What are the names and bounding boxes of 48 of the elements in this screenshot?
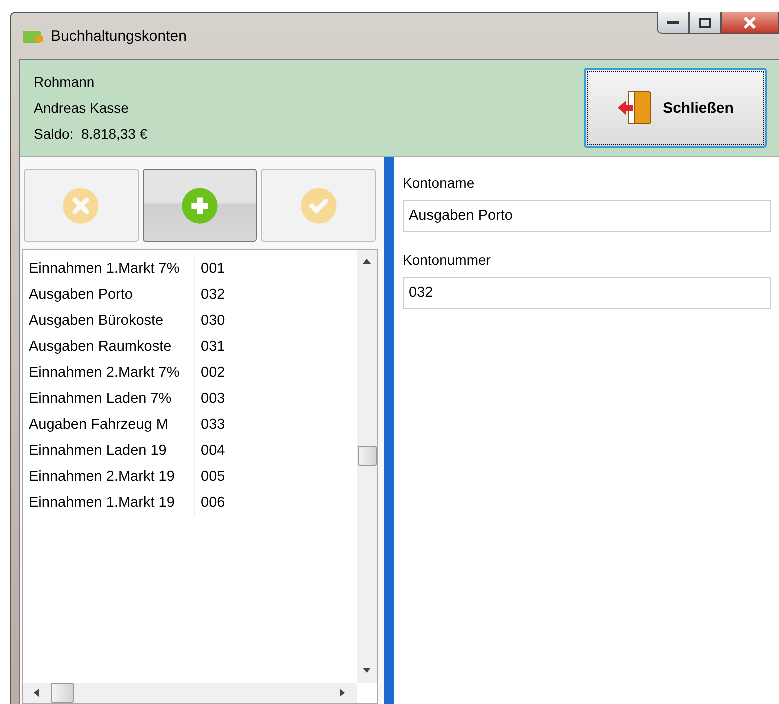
horizontal-scrollbar[interactable] xyxy=(23,683,357,703)
scroll-up-icon[interactable] xyxy=(363,258,371,266)
close-button[interactable] xyxy=(721,12,779,34)
cross-icon xyxy=(62,186,100,224)
account-number[interactable]: 030 xyxy=(194,308,244,334)
header-text: Saldo: 8.818,33 € xyxy=(34,126,148,142)
close-icon xyxy=(743,16,757,28)
input-field[interactable]: Ausgaben Porto xyxy=(403,200,771,232)
vertical-scrollbar[interactable] xyxy=(357,250,377,683)
scroll-left-icon[interactable] xyxy=(33,689,41,697)
maximize-icon xyxy=(699,18,711,28)
account-name[interactable]: Einnahmen 2.Markt 19 xyxy=(23,469,194,485)
input-field[interactable]: 032 xyxy=(403,277,771,309)
minimize-button[interactable] xyxy=(657,12,689,34)
field-label: Kontonummer xyxy=(403,252,492,268)
account-number[interactable]: 001 xyxy=(194,256,244,282)
account-name[interactable]: Einnahmen Laden 19 xyxy=(23,443,194,459)
account-number[interactable]: 006 xyxy=(194,490,244,516)
wallet-icon xyxy=(23,28,43,44)
plus-icon xyxy=(181,186,219,224)
field-label: Kontoname xyxy=(403,175,476,191)
account-name[interactable]: Ausgaben Raumkoste xyxy=(23,339,194,355)
maximize-button[interactable] xyxy=(689,12,721,34)
checkmark-icon xyxy=(300,186,338,224)
account-name[interactable]: Einnahmen Laden 7% xyxy=(23,391,194,407)
account-number[interactable]: 002 xyxy=(194,360,244,386)
account-number[interactable]: 004 xyxy=(194,438,244,464)
account-name[interactable]: Einnahmen 2.Markt 7% xyxy=(23,365,194,381)
scroll-down-icon[interactable] xyxy=(363,667,371,675)
add-button[interactable] xyxy=(142,169,258,242)
close-window-button[interactable]: Schließen xyxy=(584,68,767,148)
account-name[interactable]: Einnahmen 1.Markt 19 xyxy=(23,495,194,511)
account-number[interactable]: 031 xyxy=(194,334,244,360)
account-number[interactable]: 003 xyxy=(194,386,244,412)
account-name[interactable]: Ausgaben Bürokoste xyxy=(23,313,194,329)
scroll-right-icon[interactable] xyxy=(339,689,347,697)
window-title: Buchhaltungskonten xyxy=(51,28,187,44)
minimize-icon xyxy=(667,20,679,24)
header-text: Andreas Kasse xyxy=(34,100,130,116)
scroll-thumb[interactable] xyxy=(51,683,74,703)
account-number[interactable]: 033 xyxy=(194,412,244,438)
account-number[interactable]: 032 xyxy=(194,282,244,308)
account-number[interactable]: 005 xyxy=(194,464,244,490)
account-name[interactable]: Augaben Fahrzeug M xyxy=(23,417,194,433)
account-name[interactable]: Einnahmen 1.Markt 7% xyxy=(23,261,194,277)
account-name[interactable]: Ausgaben Porto xyxy=(23,287,194,303)
scroll-thumb[interactable] xyxy=(358,446,376,466)
header-text: Rohmann xyxy=(34,74,96,90)
